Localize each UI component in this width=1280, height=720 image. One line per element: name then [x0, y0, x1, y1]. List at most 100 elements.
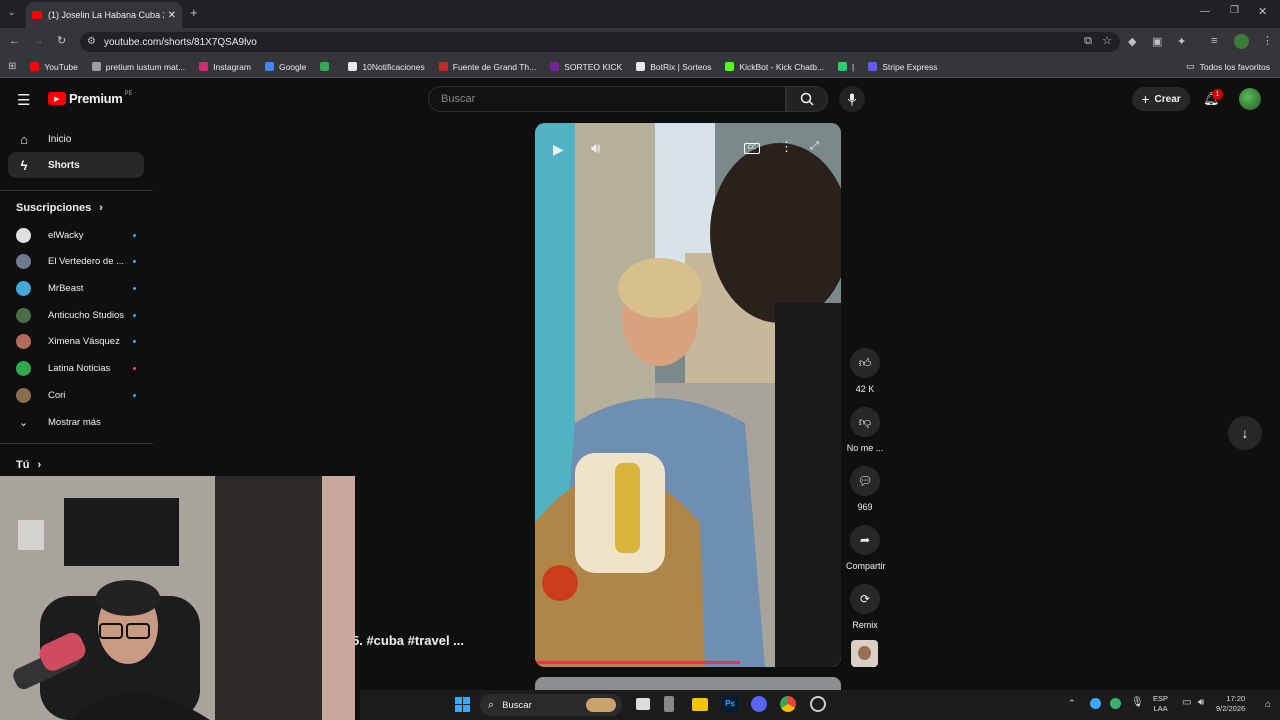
bookmark-item[interactable]: Fuente de Grand Th... — [438, 61, 537, 72]
bookmark-item[interactable]: | — [838, 62, 854, 72]
short-title-overlay[interactable]: 5. #cuba #travel ... — [352, 633, 464, 648]
action-remix[interactable]: ⟳ Remix — [846, 584, 884, 630]
search-button[interactable] — [786, 86, 828, 112]
search-input[interactable]: Buscar — [428, 86, 786, 112]
url-input[interactable]: ⚙ youtube.com/shorts/81X7QSA9lvo ⧉ ☆ — [80, 32, 1120, 52]
comment-icon[interactable]: 💬︎ — [850, 466, 880, 496]
reading-list-icon[interactable]: ≡ — [1211, 35, 1217, 47]
extension-icon[interactable]: ◆ — [1128, 35, 1136, 48]
fullscreen-icon[interactable]: ⤢ — [810, 140, 819, 153]
sidebar-item-shorts[interactable]: ϟ Shorts — [8, 152, 144, 178]
webcam-overlay — [0, 476, 355, 720]
bookmark-favicon-icon — [868, 62, 878, 71]
create-button[interactable]: + Crear — [1132, 87, 1190, 111]
action-share[interactable]: ➦ Compartir — [846, 525, 886, 571]
chrome-icon[interactable] — [780, 696, 796, 712]
forward-icon[interactable]: → — [33, 35, 44, 47]
restore-icon[interactable]: ❐ — [1230, 5, 1239, 16]
notification-center-icon[interactable]: ⌂ — [1265, 699, 1271, 710]
site-info-icon[interactable]: ⚙ — [87, 36, 96, 47]
task-view-icon[interactable] — [636, 698, 650, 710]
install-icon[interactable]: ⧉ — [1084, 35, 1092, 48]
new-tab-icon[interactable]: + — [190, 5, 198, 20]
bookmark-item[interactable]: Google — [264, 62, 306, 72]
subscription-item[interactable]: Anticucho Studios — [16, 305, 136, 325]
dislike-icon[interactable]: 👎︎ — [850, 407, 880, 437]
new-content-dot — [133, 313, 136, 317]
you-heading[interactable]: Tú › — [16, 459, 41, 471]
taskbar-search[interactable]: ⌕ Buscar — [480, 694, 622, 716]
sidebar-item-inicio[interactable]: ⌂ Inicio — [8, 126, 144, 152]
play-icon[interactable]: ▶ — [553, 141, 573, 161]
close-window-icon[interactable]: ✕ — [1258, 5, 1267, 18]
subscription-item[interactable]: Ximena Vásquez — [16, 332, 136, 352]
action-comment[interactable]: 💬︎ 969 — [846, 466, 884, 512]
remix-icon[interactable]: ⟳ — [850, 584, 880, 614]
discord-icon[interactable] — [751, 696, 767, 712]
subscriptions-title: Suscripciones — [16, 202, 92, 214]
channel-avatar — [16, 387, 31, 403]
channel-name: Anticucho Studios — [48, 309, 125, 321]
next-short-preview[interactable] — [535, 677, 841, 690]
action-dislike[interactable]: 👎︎ No me ... — [846, 407, 884, 453]
app-icon[interactable] — [664, 696, 674, 712]
bookmark-item[interactable]: KickBot - Kick Chatb... — [725, 62, 824, 72]
bookmark-item[interactable]: pretium iustum mat... — [91, 62, 185, 72]
sound-thumbnail[interactable] — [851, 640, 878, 667]
profile-avatar[interactable] — [1234, 34, 1249, 49]
tray-chevron-icon[interactable]: ⌃ — [1068, 698, 1076, 709]
action-like[interactable]: 👍︎ 42 K — [846, 348, 884, 394]
captions-icon[interactable]: CC — [744, 143, 760, 154]
bookmark-item[interactable]: BotRix | Sorteos — [636, 62, 711, 72]
back-icon[interactable]: ← — [9, 35, 20, 47]
share-icon[interactable]: ➦ — [850, 525, 880, 555]
tray-app-icon-2[interactable] — [1110, 698, 1121, 709]
tray-app-icon[interactable] — [1090, 698, 1101, 709]
subscriptions-heading[interactable]: Suscripciones › — [16, 202, 103, 214]
show-more-button[interactable]: ⌄ Mostrar más — [16, 412, 136, 432]
next-short-button[interactable]: ↓ — [1228, 416, 1262, 450]
like-icon[interactable]: 👍︎ — [850, 348, 880, 378]
bookmark-item[interactable]: SORTEO KICK — [550, 62, 622, 72]
bookmark-item[interactable]: 10Notificaciones — [348, 62, 425, 72]
bookmark-item[interactable] — [320, 62, 334, 72]
short-video-player[interactable]: ▶ 🔊︎ CC ⋮ ⤢ — [535, 123, 841, 667]
bookmark-label: Fuente de Grand Th... — [452, 61, 537, 72]
subscription-item[interactable]: El Vertedero de ... — [16, 252, 136, 272]
more-options-icon[interactable]: ⋮ — [780, 139, 793, 155]
channel-avatar — [16, 334, 31, 350]
bookmark-item[interactable]: Instagram — [199, 62, 251, 72]
browser-tab[interactable]: (1) Joselin La Habana Cuba 202 ✕ — [26, 2, 182, 28]
language-indicator[interactable]: ESP LAA — [1153, 694, 1168, 714]
start-menu-icon[interactable] — [455, 697, 470, 712]
tab-search-icon[interactable]: ⌄ — [8, 7, 16, 18]
all-bookmarks[interactable]: ▭ Todos los favoritos — [1186, 61, 1270, 72]
voice-search-button[interactable] — [839, 86, 865, 112]
minimize-icon[interactable]: — — [1200, 6, 1210, 17]
subscription-item[interactable]: MrBeast — [16, 278, 136, 298]
file-explorer-icon[interactable] — [692, 698, 708, 711]
taskbar-search-label: Buscar — [502, 699, 532, 711]
apps-grid-icon[interactable]: ⊞ — [8, 61, 16, 72]
bookmark-star-icon[interactable]: ☆ — [1102, 34, 1112, 47]
extension-icon-2[interactable]: ▣ — [1152, 35, 1162, 48]
reload-icon[interactable]: ↻ — [57, 34, 66, 47]
volume-icon[interactable]: 🔊︎ — [591, 140, 600, 157]
close-tab-icon[interactable]: ✕ — [168, 10, 176, 21]
bookmark-item[interactable]: Stripe Express — [868, 62, 938, 72]
photoshop-icon[interactable]: Ps — [722, 696, 738, 712]
subscription-item[interactable]: elWacky — [16, 225, 136, 245]
search-icon — [800, 92, 814, 106]
clock[interactable]: 17:20 9/2/2026 — [1216, 694, 1245, 714]
speaker-icon[interactable]: 🔊︎ — [1198, 697, 1204, 708]
extensions-puzzle-icon[interactable]: ✦ — [1177, 35, 1186, 48]
bookmark-label: | — [852, 61, 855, 72]
subscription-item[interactable]: Latina Noticias — [16, 359, 136, 379]
subscription-item[interactable]: Cori — [16, 385, 136, 405]
bookmark-item[interactable]: YouTube — [30, 62, 78, 72]
app-icon-2[interactable] — [810, 696, 826, 712]
network-icon[interactable]: ▭ — [1182, 697, 1191, 708]
mic-tray-icon[interactable]: 🎙︎ — [1131, 697, 1144, 708]
chrome-menu-icon[interactable]: ⋮ — [1262, 34, 1273, 47]
account-avatar[interactable] — [1239, 88, 1261, 110]
